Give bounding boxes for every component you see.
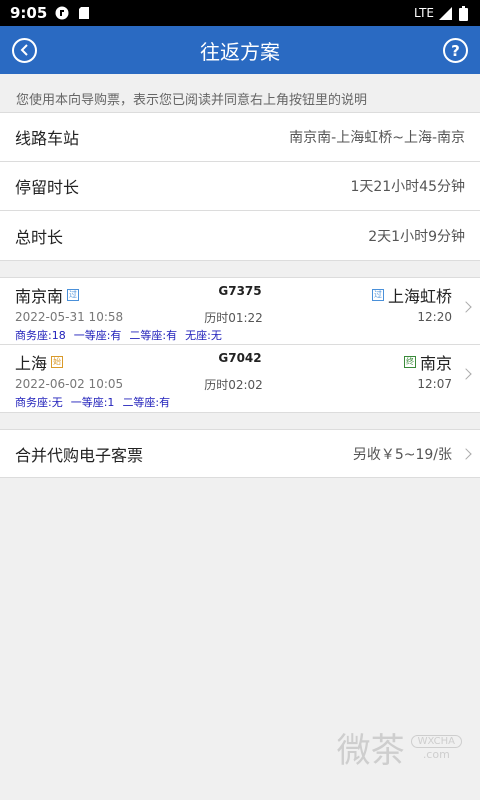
info-value: 2天1小时9分钟 (368, 228, 465, 245)
info-label: 总时长 (15, 227, 64, 247)
help-button[interactable]: ? (443, 38, 468, 63)
seat-item: 无座:无 (185, 329, 222, 342)
train-card-return[interactable]: G7042 上海 始 终 南京 2022-06-02 10:05 历时02:02… (0, 345, 480, 412)
train-list: G7375 南京南 过 过 上海虹桥 2022-05-31 10:58 历时01… (0, 277, 480, 413)
chevron-right-icon (460, 368, 472, 380)
status-bar: 9:05 LTE (0, 0, 480, 26)
info-label: 停留时长 (15, 178, 80, 197)
page-title: 往返方案 (200, 39, 280, 64)
watermark-brand: 微茶 (336, 731, 405, 771)
seat-availability: 商务座:无 一等座:1 二等座:有 (15, 394, 452, 410)
seat-item: 商务座:无 (15, 396, 63, 409)
duration: 历时01:22 (204, 310, 263, 325)
chevron-left-icon (19, 42, 31, 60)
seat-item: 二等座:有 (122, 396, 171, 409)
sd-card-icon (77, 6, 91, 20)
info-block: 线路车站 南京南-上海虹桥~上海-南京 停留时长 1天21小时45分钟 总时长 … (0, 112, 480, 261)
watermark-site: .com (422, 747, 450, 761)
seat-item: 二等座:有 (129, 329, 178, 342)
chevron-right-icon (460, 301, 472, 313)
question-icon: ? (451, 41, 460, 60)
seat-availability: 商务座:18 一等座:有 二等座:有 无座:无 (15, 327, 452, 343)
info-value: 南京南-上海虹桥~上海-南京 (289, 130, 465, 146)
seat-item: 商务座:18 (15, 329, 66, 342)
seat-item: 一等座:1 (70, 396, 115, 409)
info-row-total: 总时长 2天1小时9分钟 (0, 211, 480, 260)
merge-label: 合并代购电子客票 (15, 445, 144, 465)
merge-fee: 另收￥5~19/张 (352, 446, 452, 463)
chevron-right-icon (460, 448, 472, 460)
network-type: LTE (414, 6, 434, 20)
back-button[interactable] (12, 38, 37, 63)
watermark: 微茶 WXCHA .com (337, 723, 462, 772)
merge-ticket-row[interactable]: 合并代购电子客票 另收￥5~19/张 (0, 429, 480, 478)
info-row-route: 线路车站 南京南-上海虹桥~上海-南京 (0, 113, 480, 162)
info-label: 线路车站 (15, 129, 80, 148)
watermark-tag: WXCHA (410, 734, 462, 748)
nav-bar: 往返方案 ? (0, 26, 480, 74)
info-value: 1天21小时45分钟 (350, 179, 465, 195)
battery-icon (456, 5, 470, 21)
notice-text: 您使用本向导购票，表示您已阅读并同意右上角按钮里的说明 (16, 93, 368, 108)
info-row-stay: 停留时长 1天21小时45分钟 (0, 162, 480, 211)
train-card-outbound[interactable]: G7375 南京南 过 过 上海虹桥 2022-05-31 10:58 历时01… (0, 278, 480, 345)
signal-icon (438, 6, 452, 20)
app-notification-icon (55, 6, 69, 20)
train-number: G7375 (218, 284, 262, 298)
duration: 历时02:02 (204, 377, 263, 392)
train-number: G7042 (218, 351, 262, 365)
status-time: 9:05 (10, 4, 48, 22)
seat-item: 一等座:有 (73, 329, 122, 342)
